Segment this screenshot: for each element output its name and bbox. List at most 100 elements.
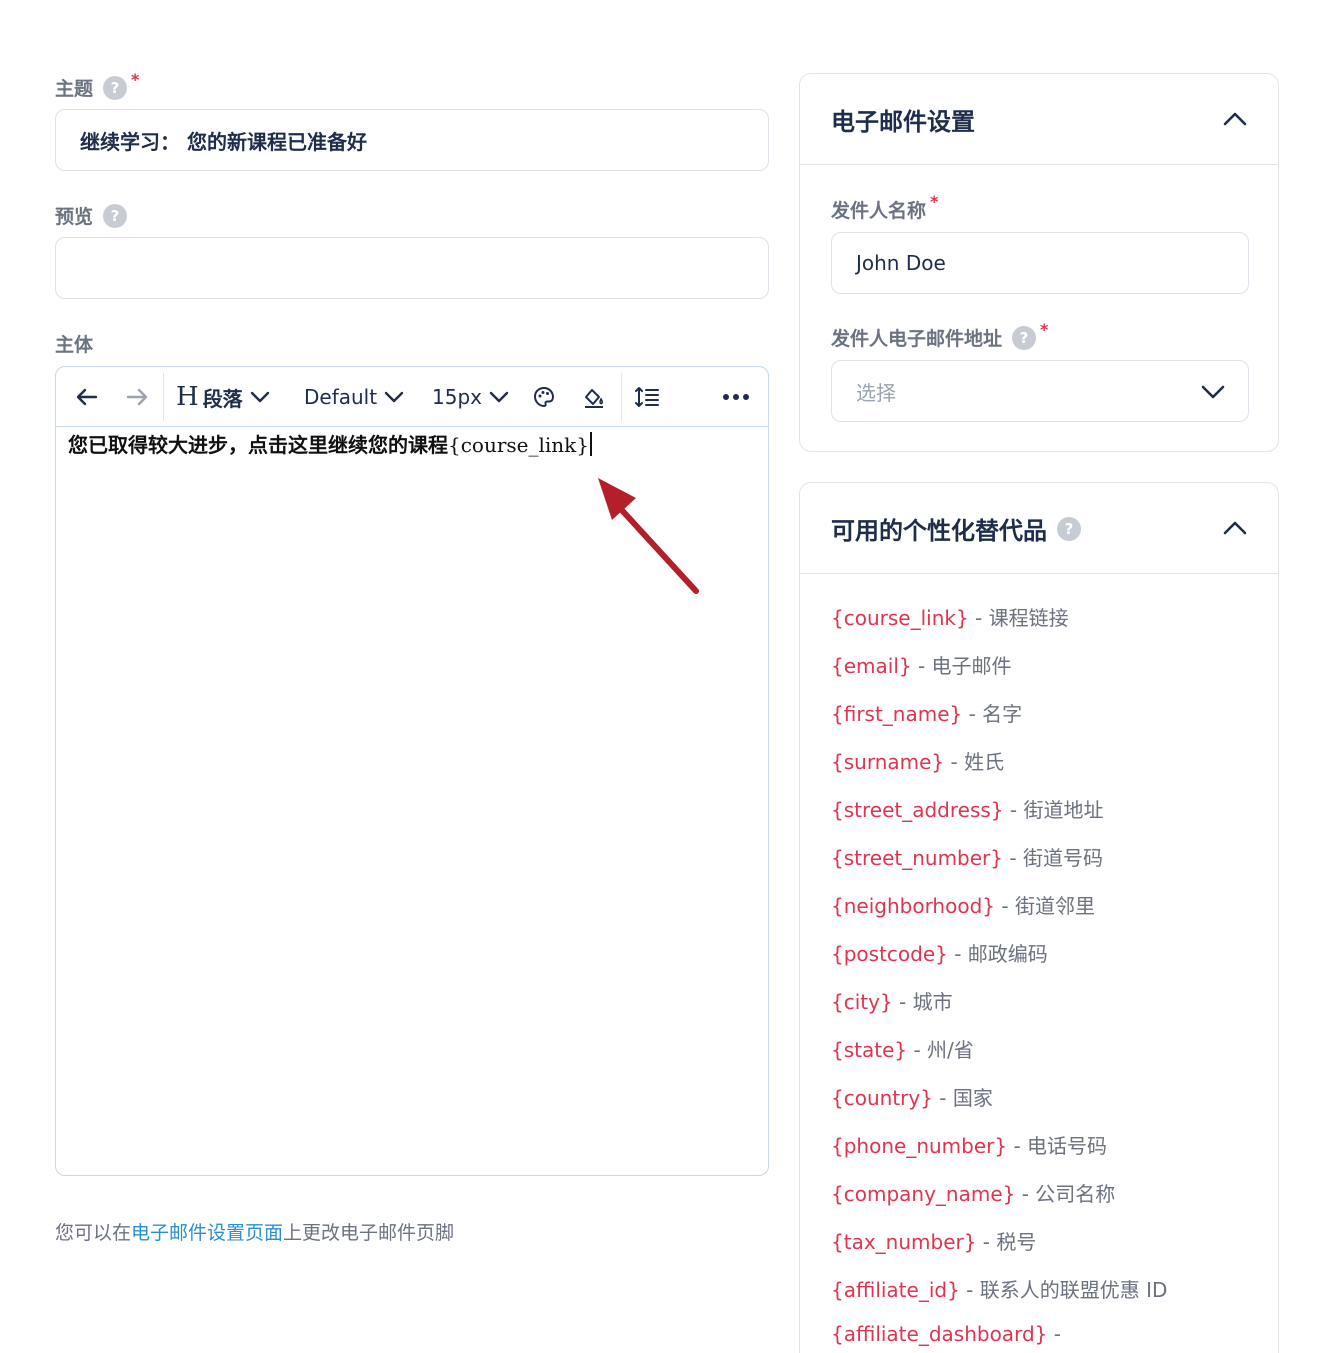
footer-note-prefix: 您可以在 [55, 1222, 132, 1244]
subject-input[interactable]: 继续学习： 您的新课程已准备好 [55, 109, 769, 171]
font-family-dropdown[interactable]: Default [304, 367, 405, 427]
sender-name-value: John Doe [856, 251, 946, 275]
substitutes-title-text: 可用的个性化替代品 [831, 517, 1047, 545]
substitute-tag[interactable]: {surname} [831, 750, 944, 774]
font-size-dropdown[interactable]: 15px [432, 367, 510, 427]
substitute-tag[interactable]: {neighborhood} [831, 894, 995, 918]
list-item: {email} - 电子邮件 [831, 650, 1167, 698]
substitute-tag[interactable]: {state} [831, 1038, 907, 1062]
editor-toolbar: H 段落 Default 15px [56, 367, 768, 427]
list-item: {company_name} - 公司名称 [831, 1178, 1167, 1226]
undo-icon[interactable] [74, 367, 100, 427]
sender-name-input[interactable]: John Doe [831, 232, 1249, 294]
substitute-desc: - 电话号码 [1007, 1134, 1108, 1158]
sender-name-label: 发件人名称 * [831, 192, 938, 223]
subject-label: 主题 ? * [55, 70, 139, 101]
help-icon[interactable]: ? [103, 75, 128, 100]
block-format-value: 段落 [202, 386, 243, 411]
substitute-tag[interactable]: {company_name} [831, 1182, 1015, 1206]
substitute-desc: - 国家 [932, 1086, 993, 1110]
required-marker: * [1040, 320, 1049, 339]
list-item: {first_name} - 名字 [831, 698, 1167, 746]
substitute-tag[interactable]: {course_link} [831, 606, 969, 630]
substitute-desc: - 邮政编码 [947, 942, 1048, 966]
sender-name-label-text: 发件人名称 [831, 200, 927, 222]
substitute-desc: - 公司名称 [1015, 1182, 1116, 1206]
substitute-tag[interactable]: {phone_number} [831, 1134, 1007, 1158]
list-item: {street_address} - 街道地址 [831, 794, 1167, 842]
list-item: {country} - 国家 [831, 1082, 1167, 1130]
more-icon[interactable] [722, 367, 750, 427]
substitute-tag[interactable]: {street_address} [831, 798, 1004, 822]
subject-value: 继续学习： 您的新课程已准备好 [80, 129, 367, 154]
list-item: {postcode} - 邮政编码 [831, 938, 1167, 986]
email-settings-header[interactable]: 电子邮件设置 [800, 74, 1278, 165]
preview-label: 预览 ? [55, 202, 128, 229]
sender-email-label-text: 发件人电子邮件地址 [831, 328, 1003, 350]
editor-placeholder-token: {course_link} [448, 433, 590, 457]
substitute-desc: - 联系人的联盟优惠 ID [959, 1278, 1168, 1302]
email-settings-panel: 电子邮件设置 发件人名称 * John Doe 发件人电子邮件地址 ? * 选择 [799, 73, 1279, 452]
substitute-tag[interactable]: {tax_number} [831, 1230, 976, 1254]
list-item: {state} - 州/省 [831, 1034, 1167, 1082]
toolbar-separator [163, 373, 164, 421]
substitute-tag[interactable]: {country} [831, 1086, 933, 1110]
annotation-arrow-icon [598, 478, 699, 594]
line-height-icon[interactable] [634, 367, 660, 427]
substitute-desc: - 课程链接 [968, 606, 1069, 630]
chevron-up-icon[interactable] [1222, 515, 1248, 541]
list-item: {affiliate_dashboard} - [831, 1322, 1167, 1353]
substitutes-header[interactable]: 可用的个性化替代品 ? [800, 483, 1278, 574]
list-item: {tax_number} - 税号 [831, 1226, 1167, 1274]
substitute-desc: - 街道邻里 [995, 894, 1095, 918]
subject-label-text: 主题 [55, 78, 94, 100]
font-size-value: 15px [432, 385, 482, 409]
email-settings-link[interactable]: 电子邮件设置页面 [131, 1222, 283, 1244]
text-color-icon[interactable] [532, 367, 556, 427]
heading-icon: H [176, 382, 199, 412]
list-item: {city} - 城市 [831, 986, 1167, 1034]
substitute-desc: - 城市 [892, 990, 953, 1014]
substitute-desc: - [1047, 1322, 1061, 1346]
substitute-desc: - 电子邮件 [911, 654, 1012, 678]
substitutes-list: {course_link} - 课程链接 {email} - 电子邮件 {fir… [831, 602, 1167, 1353]
substitute-tag[interactable]: {city} [831, 990, 893, 1014]
substitute-tag[interactable]: {affiliate_dashboard} [831, 1322, 1047, 1346]
editor-text: 您已取得较大进步，点击这里继续您的课程 [68, 433, 448, 457]
substitute-desc: - 街道地址 [1003, 798, 1104, 822]
preview-label-text: 预览 [55, 206, 94, 228]
help-icon[interactable]: ? [1057, 516, 1081, 541]
list-item: {course_link} - 课程链接 [831, 602, 1167, 650]
block-format-dropdown[interactable]: H 段落 [176, 367, 271, 427]
substitutes-panel: 可用的个性化替代品 ? {course_link} - 课程链接 {email}… [799, 482, 1279, 1353]
substitute-tag[interactable]: {postcode} [831, 942, 948, 966]
sender-email-placeholder: 选择 [856, 380, 896, 405]
help-icon[interactable]: ? [103, 203, 128, 228]
substitute-desc: - 姓氏 [944, 750, 1005, 774]
substitute-tag[interactable]: {affiliate_id} [831, 1278, 960, 1302]
body-label: 主体 [55, 330, 93, 357]
sender-email-label: 发件人电子邮件地址 ? * [831, 320, 1048, 351]
list-item: {affiliate_id} - 联系人的联盟优惠 ID [831, 1274, 1167, 1322]
substitute-tag[interactable]: {street_number} [831, 846, 1003, 870]
required-marker: * [930, 192, 939, 211]
font-family-value: Default [304, 385, 378, 409]
preview-input[interactable] [55, 237, 769, 299]
list-item: {surname} - 姓氏 [831, 746, 1167, 794]
sender-email-select[interactable]: 选择 [831, 360, 1249, 422]
substitutes-title: 可用的个性化替代品 ? [831, 511, 1081, 546]
chevron-down-icon [489, 391, 509, 403]
required-marker: * [131, 70, 140, 89]
chevron-down-icon [250, 391, 269, 403]
help-icon[interactable]: ? [1012, 325, 1037, 350]
toolbar-separator [621, 373, 622, 421]
chevron-up-icon[interactable] [1222, 106, 1248, 132]
editor-content[interactable]: 您已取得较大进步，点击这里继续您的课程{course_link} [68, 429, 593, 458]
substitute-tag[interactable]: {email} [831, 654, 912, 678]
highlight-color-icon[interactable] [582, 367, 606, 427]
redo-icon[interactable] [124, 367, 150, 427]
substitute-desc: - 州/省 [907, 1038, 974, 1062]
substitute-tag[interactable]: {first_name} [831, 702, 962, 726]
list-item: {neighborhood} - 街道邻里 [831, 890, 1167, 938]
text-caret [590, 432, 593, 456]
